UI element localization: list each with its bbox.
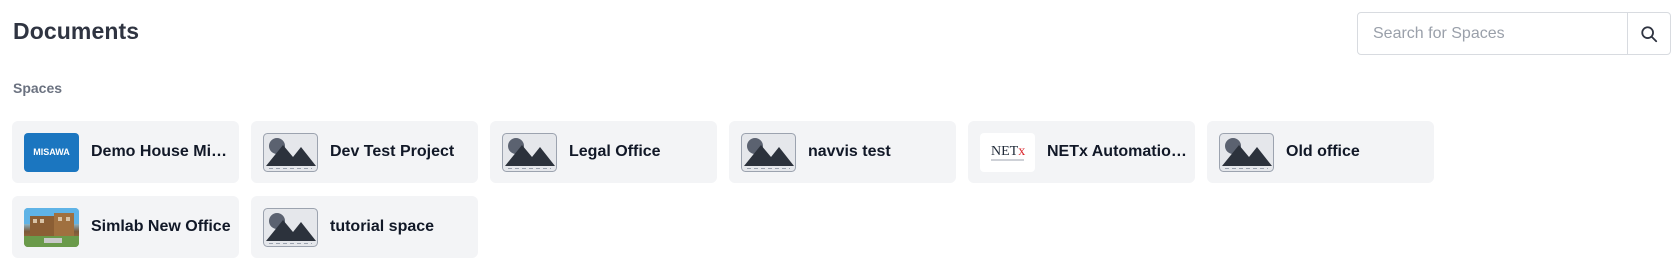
misawa-logo: MISAWA [24, 132, 79, 172]
space-card[interactable]: NETx NETx Automation… [968, 121, 1195, 183]
logo-text: NETx [991, 144, 1025, 159]
space-card[interactable]: Old office [1207, 121, 1434, 183]
space-name: Old office [1286, 143, 1360, 160]
space-card[interactable]: MISAWA Demo House Mis… [12, 121, 239, 183]
spaces-grid: MISAWA Demo House Mis… Dev Test Project … [12, 121, 1434, 258]
space-photo-thumbnail [24, 207, 79, 247]
search-box [1357, 12, 1671, 55]
image-placeholder-icon [1219, 132, 1274, 172]
space-card[interactable]: Legal Office [490, 121, 717, 183]
space-card[interactable]: tutorial space [251, 196, 478, 258]
image-placeholder-icon [502, 132, 557, 172]
image-placeholder-icon [741, 132, 796, 172]
image-placeholder-icon [263, 207, 318, 247]
space-name: navvis test [808, 143, 891, 160]
section-label-spaces: Spaces [13, 80, 63, 96]
search-input[interactable] [1358, 13, 1627, 54]
space-card[interactable]: Dev Test Project [251, 121, 478, 183]
page-title: Documents [13, 18, 140, 44]
space-name: Simlab New Office [91, 218, 231, 235]
space-card[interactable]: Simlab New Office [12, 196, 239, 258]
search-icon [1641, 25, 1658, 42]
logo-accent: x [1018, 144, 1025, 159]
search-button[interactable] [1627, 13, 1670, 54]
space-name: Legal Office [569, 143, 661, 160]
space-name: tutorial space [330, 218, 435, 235]
image-placeholder-icon [263, 132, 318, 172]
space-name: Demo House Mis… [91, 143, 231, 160]
space-card[interactable]: navvis test [729, 121, 956, 183]
netx-logo: NETx [980, 132, 1035, 172]
logo-text: MISAWA [33, 147, 70, 157]
space-name: NETx Automation… [1047, 143, 1187, 160]
space-name: Dev Test Project [330, 143, 455, 160]
